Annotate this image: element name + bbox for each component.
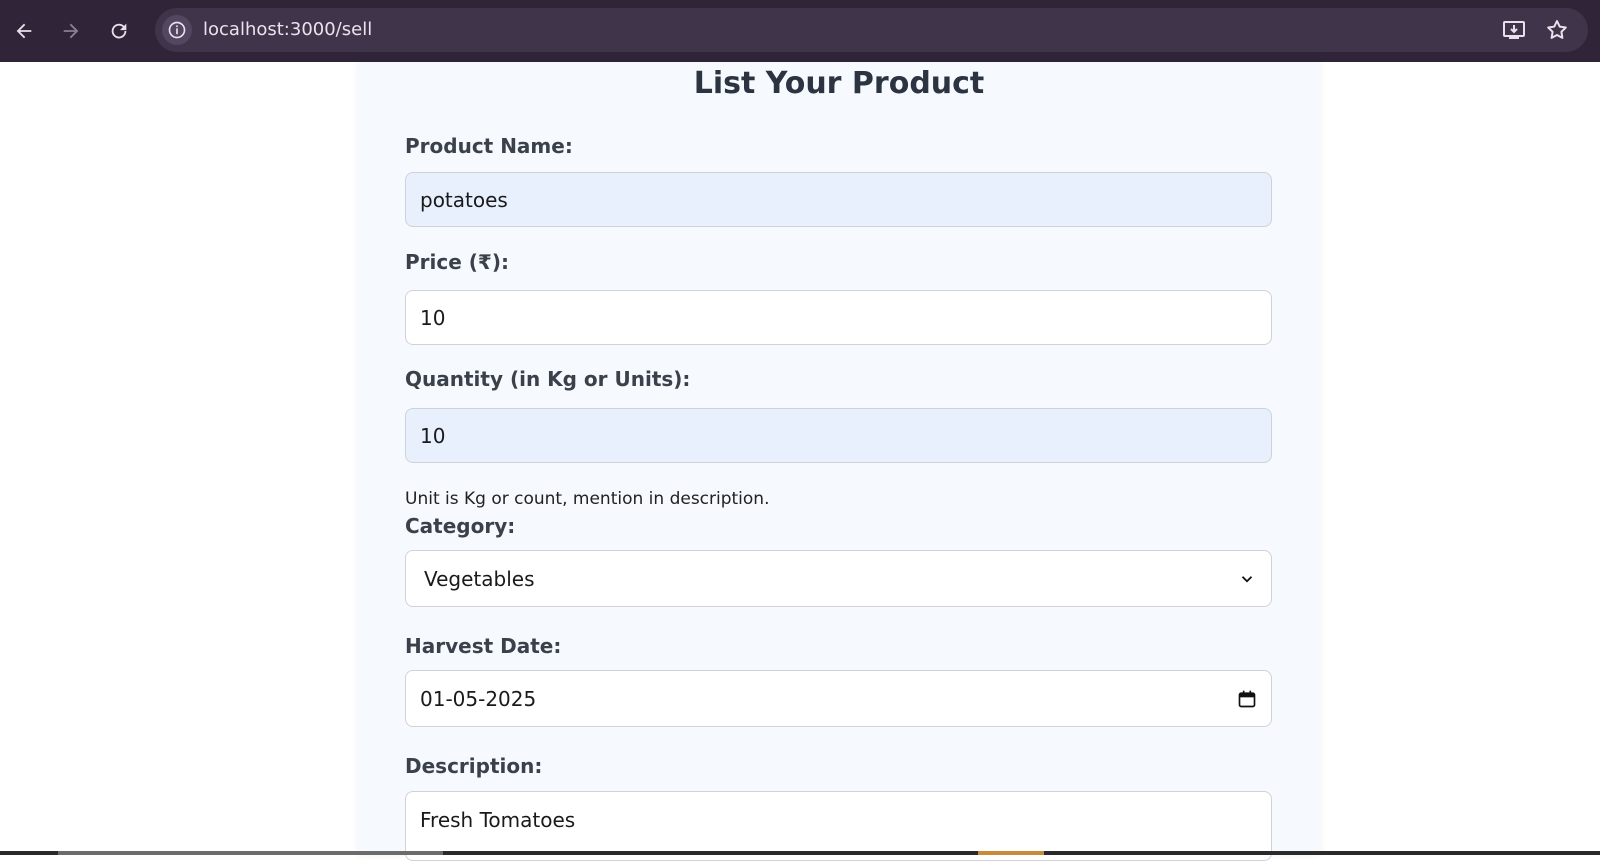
- category-label: Category:: [405, 514, 516, 538]
- bookmark-star-icon: [1547, 20, 1567, 39]
- site-info-button[interactable]: [162, 15, 192, 45]
- harvest-date-value: 01-05-2025: [420, 686, 537, 711]
- info-icon: [168, 21, 186, 39]
- description-label: Description:: [405, 754, 543, 778]
- install-app-button[interactable]: [1500, 16, 1528, 44]
- bookmark-button[interactable]: [1543, 16, 1571, 44]
- price-input[interactable]: 10: [405, 290, 1272, 345]
- product-form-card: List Your Product Product Name: potatoes…: [358, 62, 1320, 861]
- taskbar-edge: [0, 851, 1600, 855]
- url-text[interactable]: localhost:3000/sell: [203, 19, 372, 41]
- product-name-input[interactable]: potatoes: [405, 172, 1272, 227]
- product-name-value: potatoes: [420, 187, 508, 212]
- taskbar-segment-highlight: [978, 851, 1044, 855]
- product-name-label: Product Name:: [405, 134, 573, 158]
- install-app-icon: [1503, 21, 1525, 39]
- taskbar-segment: [58, 851, 443, 855]
- forward-button[interactable]: [53, 13, 89, 49]
- quantity-value: 10: [420, 423, 446, 448]
- page-title: List Your Product: [693, 66, 985, 101]
- quantity-input[interactable]: 10: [405, 408, 1272, 463]
- back-arrow-icon: [16, 23, 32, 39]
- reload-button[interactable]: [101, 13, 137, 49]
- browser-toolbar: localhost:3000/sell: [0, 0, 1600, 62]
- quantity-hint: Unit is Kg or count, mention in descript…: [405, 489, 770, 509]
- harvest-date-label: Harvest Date:: [405, 634, 562, 658]
- address-bar[interactable]: localhost:3000/sell: [155, 8, 1588, 52]
- back-button[interactable]: [6, 13, 42, 49]
- category-value: Vegetables: [424, 566, 535, 591]
- forward-arrow-icon: [63, 23, 79, 39]
- price-label: Price (₹):: [405, 250, 509, 274]
- chevron-down-icon: [1237, 569, 1257, 589]
- calendar-icon[interactable]: [1237, 689, 1257, 709]
- reload-icon: [111, 23, 127, 39]
- harvest-date-input[interactable]: 01-05-2025: [405, 670, 1272, 727]
- price-value: 10: [420, 305, 446, 330]
- quantity-label: Quantity (in Kg or Units):: [405, 367, 691, 391]
- category-select[interactable]: Vegetables: [405, 550, 1272, 607]
- description-value: Fresh Tomatoes: [420, 808, 576, 832]
